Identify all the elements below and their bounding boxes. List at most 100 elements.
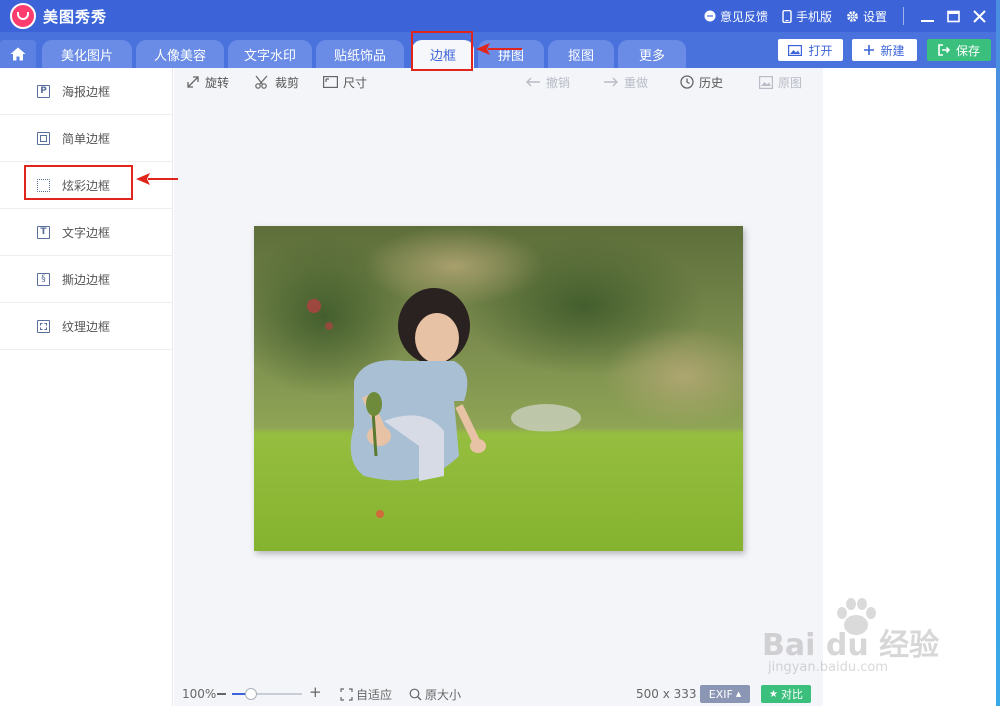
redo-label: 重做 xyxy=(624,75,649,90)
settings-label: 设置 xyxy=(862,9,887,24)
history-label: 历史 xyxy=(699,75,724,90)
size-label: 尺寸 xyxy=(343,75,368,90)
tab-more[interactable]: 更多 xyxy=(618,40,686,68)
status-bar: 100% + 自适应 原大小 500 x 333 EXIF ▲ ★ 对比 xyxy=(174,682,823,706)
original-label: 原图 xyxy=(778,75,803,90)
editor-canvas: 旋转 裁剪 尺寸 撤销 重做 历史 原图 100% + 自适应 原大小 500 … xyxy=(174,68,823,706)
settings-link[interactable]: 设置 xyxy=(846,8,887,25)
open-label: 打开 xyxy=(808,43,833,58)
close-button[interactable] xyxy=(966,0,992,32)
girl-in-grass-photo xyxy=(254,226,743,551)
sidebar-item-label: 撕边边框 xyxy=(62,272,111,287)
app-name: 美图秀秀 xyxy=(43,7,108,26)
home-button[interactable] xyxy=(0,40,36,68)
tab-stickers[interactable]: 贴纸饰品 xyxy=(316,40,404,68)
tab-text-watermark[interactable]: 文字水印 xyxy=(228,40,312,68)
caret-up-icon: ▲ xyxy=(735,690,742,698)
clock-icon xyxy=(680,75,694,89)
redo-button[interactable]: 重做 xyxy=(603,74,648,90)
poster-frame-icon: P xyxy=(37,84,50,98)
compare-button[interactable]: ★ 对比 xyxy=(761,685,811,703)
window-edge xyxy=(996,0,1000,706)
title-bar: 美图秀秀 意见反馈 手机版 设置 xyxy=(0,0,1000,32)
history-button[interactable]: 历史 xyxy=(680,74,723,90)
torn-frame-icon: § xyxy=(37,272,50,286)
minimize-icon xyxy=(920,19,934,22)
rotate-button[interactable]: 旋转 xyxy=(186,74,229,90)
zoom-slider-handle[interactable] xyxy=(245,688,257,700)
sidebar-item-label: 文字边框 xyxy=(62,225,111,240)
maximize-icon xyxy=(946,10,960,22)
arrow-left-icon xyxy=(526,77,540,87)
actual-size-button[interactable]: 原大小 xyxy=(409,686,461,703)
mobile-link[interactable]: 手机版 xyxy=(782,8,832,25)
original-image-icon xyxy=(759,75,773,89)
open-button[interactable]: 打开 xyxy=(778,39,843,61)
zoom-out-button[interactable] xyxy=(217,693,226,695)
zoom-slider[interactable] xyxy=(232,688,302,700)
watermark-url: jingyan.baidu.com xyxy=(768,660,888,675)
undo-label: 撤销 xyxy=(546,75,571,90)
tab-cutout[interactable]: 抠图 xyxy=(548,40,614,68)
sidebar-item-torn-frame[interactable]: § 撕边边框 xyxy=(0,256,173,303)
sidebar-item-label: 海报边框 xyxy=(62,84,111,99)
text-frame-icon: T xyxy=(37,225,50,239)
new-label: 新建 xyxy=(880,43,905,58)
phone-icon xyxy=(782,9,792,23)
crop-button[interactable]: 裁剪 xyxy=(255,74,299,90)
resize-icon xyxy=(323,76,338,88)
close-icon xyxy=(972,9,986,23)
new-button[interactable]: 新建 xyxy=(852,39,917,61)
minimize-button[interactable] xyxy=(914,0,940,32)
image-dimensions: 500 x 333 xyxy=(636,687,697,701)
frames-tab-highlight xyxy=(411,31,473,71)
photo-preview[interactable] xyxy=(254,226,743,551)
sidebar-item-poster-frame[interactable]: P 海报边框 xyxy=(0,68,173,115)
sidebar-item-label: 简单边框 xyxy=(62,131,111,146)
chat-icon xyxy=(704,10,716,22)
undo-button[interactable]: 撤销 xyxy=(525,74,570,90)
exif-button[interactable]: EXIF ▲ xyxy=(700,685,750,703)
plus-icon xyxy=(864,45,875,55)
zoom-level: 100% xyxy=(182,687,217,701)
exif-label: EXIF xyxy=(708,687,733,701)
texture-frame-icon xyxy=(37,319,50,333)
frame-category-panel: P 海报边框 简单边框 炫彩边框 T 文字边框 § 撕边边框 纹理边框 xyxy=(0,68,173,706)
rotate-label: 旋转 xyxy=(205,75,230,90)
tab-portrait[interactable]: 人像美容 xyxy=(136,40,224,68)
save-button[interactable]: 保存 xyxy=(927,39,991,61)
fit-button[interactable]: 自适应 xyxy=(340,686,392,703)
gear-icon xyxy=(847,10,858,22)
save-label: 保存 xyxy=(955,43,980,58)
app-logo-icon xyxy=(10,3,36,29)
original-button[interactable]: 原图 xyxy=(759,74,802,90)
colorful-frame-highlight xyxy=(24,165,133,200)
title-divider xyxy=(903,7,904,25)
size-button[interactable]: 尺寸 xyxy=(323,74,367,90)
watermark-logo: Bai du 经验 xyxy=(762,628,940,663)
scissors-icon xyxy=(255,75,268,89)
sidebar-item-label: 纹理边框 xyxy=(62,319,111,334)
simple-frame-icon xyxy=(37,131,50,145)
rotate-icon xyxy=(187,76,199,88)
arrow-right-icon xyxy=(604,77,618,87)
sidebar-item-text-frame[interactable]: T 文字边框 xyxy=(0,209,173,256)
fit-icon xyxy=(340,687,353,701)
image-icon xyxy=(788,44,803,56)
feedback-label: 意见反馈 xyxy=(719,9,768,24)
magnifier-icon xyxy=(409,688,422,700)
sidebar-item-texture-frame[interactable]: 纹理边框 xyxy=(0,303,173,350)
zoom-in-button[interactable]: + xyxy=(309,683,322,701)
arrow-to-colorful-frame-icon xyxy=(136,173,178,185)
arrow-to-frames-tab-icon xyxy=(476,43,522,55)
fit-label: 自适应 xyxy=(356,687,393,702)
feedback-link[interactable]: 意见反馈 xyxy=(704,8,768,25)
export-icon xyxy=(938,44,950,56)
mobile-label: 手机版 xyxy=(795,9,832,24)
tab-beautify[interactable]: 美化图片 xyxy=(42,40,132,68)
sidebar-item-simple-frame[interactable]: 简单边框 xyxy=(0,115,173,162)
maximize-button[interactable] xyxy=(940,0,966,32)
actual-size-label: 原大小 xyxy=(425,687,462,702)
home-icon xyxy=(10,47,26,61)
star-icon: ★ xyxy=(769,688,778,700)
